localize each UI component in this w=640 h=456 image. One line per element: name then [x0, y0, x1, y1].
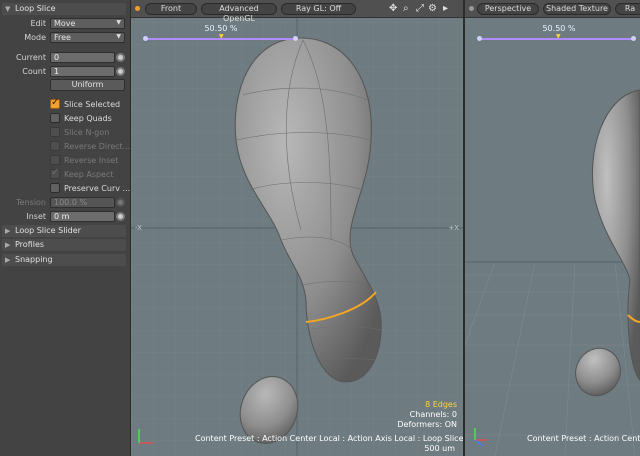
profiles-section[interactable]: ▶ Profiles: [2, 239, 126, 251]
current-label: Current: [15, 53, 46, 62]
move-icon[interactable]: ✥: [389, 3, 397, 14]
settings-icon[interactable]: ⚙: [428, 3, 437, 14]
shading-mode-button[interactable]: Shaded Texture: [543, 3, 611, 15]
chevron-down-icon: ▼: [116, 33, 121, 40]
mesh-body-shape: [591, 89, 640, 381]
keep-quads-label: Keep Quads: [64, 114, 112, 123]
inset-label: Inset: [26, 212, 46, 221]
slider-end-handle[interactable]: [631, 36, 636, 41]
perspective-viewport[interactable]: Perspective Shaded Texture Ra 50.50 % ▼ …: [465, 0, 640, 456]
deformers-info: Deformers: ON: [397, 420, 457, 429]
preserve-curvature-label: Preserve Curv ...: [64, 184, 131, 193]
inset-input[interactable]: 0 m: [50, 211, 115, 222]
reverse-direction-label: Reverse Direct...: [64, 142, 131, 151]
front-viewport-canvas[interactable]: [131, 0, 463, 456]
viewport-info-readout: 8 Edges Channels: 0 Deformers: ON: [397, 400, 457, 430]
action-status-line: Content Preset : Action Center Local : A…: [195, 434, 463, 443]
inset-value: 0 m: [54, 212, 70, 221]
slider-percent: 50.50 %: [542, 24, 576, 33]
slider-start-handle[interactable]: [143, 36, 148, 41]
raygl-toggle-button[interactable]: Ra: [615, 3, 640, 15]
count-spinner-icon[interactable]: [116, 67, 125, 76]
reverse-direction-checkbox[interactable]: [50, 141, 60, 151]
axis-minus-x-label: -X: [135, 224, 142, 232]
tension-label: Tension: [16, 198, 46, 207]
mode-label: Mode: [24, 33, 46, 42]
view-type-button[interactable]: Front: [145, 3, 197, 15]
grid-size-readout: 500 um: [424, 444, 455, 453]
viewport-inactive-dot-icon: [469, 6, 474, 11]
mode-value: Free: [54, 33, 71, 42]
tension-input[interactable]: 100.0 %: [50, 197, 115, 208]
slice-selected-checkbox[interactable]: [50, 97, 60, 109]
maximize-icon[interactable]: ⤢: [416, 3, 424, 14]
count-label: Count: [22, 67, 46, 76]
action-status-line: Content Preset : Action Center Lo: [527, 434, 640, 443]
loop-slice-slider-section[interactable]: ▶ Loop Slice Slider: [2, 225, 126, 237]
keep-aspect-checkbox[interactable]: [50, 167, 60, 179]
edge-count: 8 Edges: [425, 400, 457, 409]
count-input[interactable]: 1: [50, 66, 115, 77]
zoom-icon[interactable]: ⌕: [403, 3, 409, 14]
perspective-viewport-canvas[interactable]: [465, 0, 640, 456]
expand-triangle-icon: ▶: [5, 227, 11, 235]
slider-track[interactable]: [479, 38, 633, 40]
loop-slice-section-header[interactable]: ▼ Loop Slice: [2, 3, 126, 15]
front-viewport[interactable]: Front Advanced OpenGL Ray GL: Off ✥ ⌕ ⤢ …: [131, 0, 463, 456]
uniform-button[interactable]: Uniform: [50, 79, 125, 91]
axis-plus-x-label: +X: [448, 224, 459, 232]
edit-value: Move: [54, 19, 76, 28]
slider-start-handle[interactable]: [477, 36, 482, 41]
current-spinner-icon[interactable]: [116, 53, 125, 62]
slice-selected-label: Slice Selected: [64, 100, 121, 109]
keep-aspect-label: Keep Aspect: [64, 170, 114, 179]
snapping-section[interactable]: ▶ Snapping: [2, 254, 126, 266]
play-icon[interactable]: ▸: [443, 3, 448, 14]
expand-triangle-icon: ▶: [5, 241, 11, 249]
keep-quads-checkbox[interactable]: [50, 113, 60, 123]
chevron-down-icon: ▼: [116, 19, 121, 26]
expand-triangle-icon: ▶: [5, 256, 11, 264]
count-value: 1: [54, 67, 60, 76]
raygl-toggle-button[interactable]: Ray GL: Off: [281, 3, 356, 15]
section-label: Profiles: [15, 240, 45, 249]
front-viewport-toolbar: Front Advanced OpenGL Ray GL: Off ✥ ⌕ ⤢ …: [131, 0, 463, 23]
slice-ngon-checkbox[interactable]: [50, 127, 60, 137]
shading-mode-button[interactable]: Advanced OpenGL: [201, 3, 277, 23]
slider-end-handle[interactable]: [293, 36, 298, 41]
section-label: Snapping: [15, 255, 53, 264]
tension-value: 100.0 %: [54, 198, 88, 207]
reverse-inset-checkbox[interactable]: [50, 155, 60, 165]
slice-ngon-label: Slice N-gon: [64, 128, 110, 137]
section-title: Loop Slice: [15, 4, 56, 13]
inset-spinner-icon[interactable]: [116, 212, 125, 221]
collapse-triangle-icon: ▼: [5, 5, 11, 13]
perspective-viewport-toolbar: Perspective Shaded Texture Ra: [465, 0, 640, 18]
tool-properties-panel: ▼ Loop Slice Edit Move ▼ Mode Free ▼ Cur…: [0, 0, 131, 456]
preserve-curvature-checkbox[interactable]: [50, 183, 60, 193]
current-value: 0: [54, 53, 60, 62]
edit-label: Edit: [30, 19, 47, 28]
small-egg-shape: [575, 347, 621, 397]
slider-track[interactable]: [145, 38, 295, 40]
slider-percent: 50.50 %: [204, 24, 238, 33]
channels-info: Channels: 0: [409, 410, 457, 419]
mode-dropdown[interactable]: Free ▼: [50, 32, 125, 43]
edit-dropdown[interactable]: Move ▼: [50, 18, 125, 29]
viewport-active-dot-icon: [135, 6, 140, 11]
section-label: Loop Slice Slider: [15, 226, 81, 235]
tension-spinner-icon[interactable]: [116, 198, 125, 207]
current-input[interactable]: 0: [50, 52, 115, 63]
view-type-button[interactable]: Perspective: [477, 3, 539, 15]
reverse-inset-label: Reverse Inset: [64, 156, 119, 165]
